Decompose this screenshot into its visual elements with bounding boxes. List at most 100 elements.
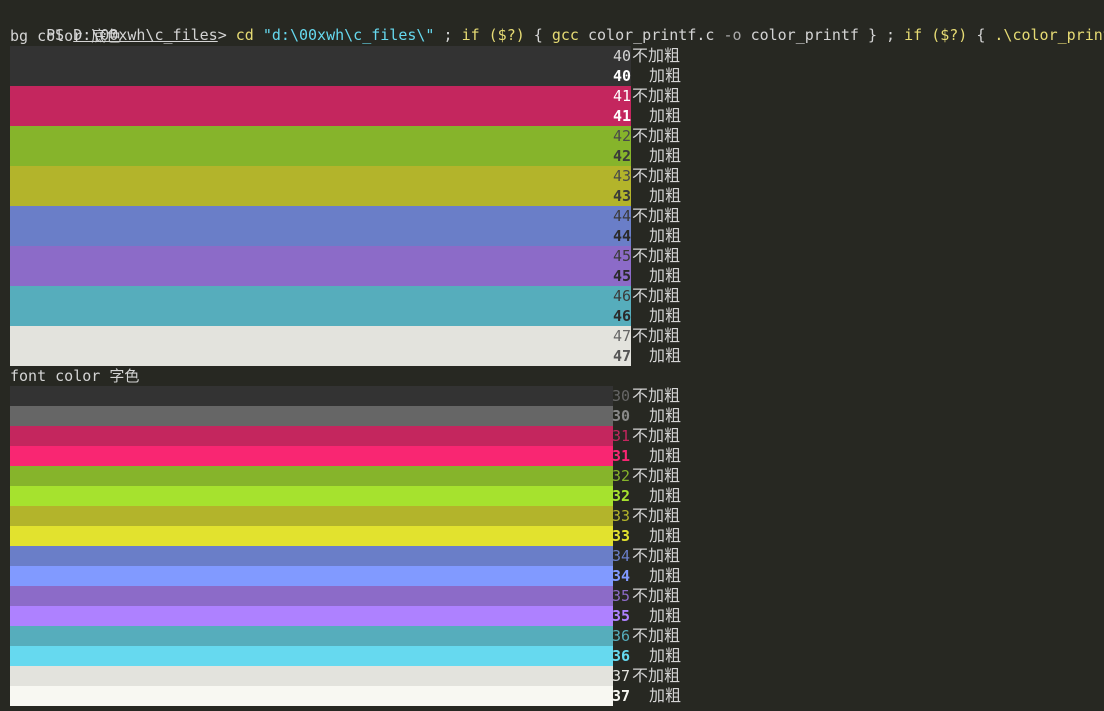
fg-code: 32: [612, 487, 631, 505]
command-line: PS D:\00xwh\c_files> cd "d:\00xwh\c_file…: [10, 5, 1104, 44]
command-token: color_printf.c: [588, 26, 724, 44]
command-token: } ;: [858, 26, 905, 44]
bg-swatch-40-bold: [10, 66, 631, 86]
command-token: "d:\00xwh\c_files\": [262, 26, 435, 44]
fg-swatch-30-bold: [10, 406, 613, 426]
bg-weight-label: 加粗: [649, 266, 682, 285]
fg-swatch-35: [10, 586, 613, 606]
bg-swatch-43: [10, 166, 631, 186]
bg-weight-label: 加粗: [649, 66, 682, 85]
fg-weight-label: 加粗: [649, 566, 682, 585]
fg-weight-label: 加粗: [649, 446, 682, 465]
bg-code: 44: [612, 207, 631, 225]
fg-code: 33: [612, 507, 631, 525]
bg-swatch-40: [10, 46, 631, 66]
bg-weight-label: 不加粗: [632, 246, 681, 265]
command-token: if: [461, 26, 489, 44]
bg-weight-label: 加粗: [649, 306, 682, 325]
fg-code: 37: [612, 687, 631, 705]
bg-code: 46: [612, 287, 631, 305]
bg-weight-label: 不加粗: [632, 326, 681, 345]
fg-code: 33: [612, 527, 631, 545]
terminal-window[interactable]: PS D:\00xwh\c_files> cd "d:\00xwh\c_file…: [0, 0, 1104, 711]
fg-code: 36: [612, 647, 631, 665]
command-token: color_printf: [750, 26, 859, 44]
bg-code: 47: [612, 347, 631, 365]
bg-swatch-46-bold: [10, 306, 631, 326]
bg-weight-label: 不加粗: [632, 46, 681, 65]
bg-code: 41: [612, 87, 631, 105]
bg-code: 42: [612, 127, 631, 145]
bg-code: 44: [612, 227, 631, 245]
fg-code: 32: [612, 467, 631, 485]
bg-swatch-41: [10, 86, 631, 106]
bg-code: 47: [612, 327, 631, 345]
command-text: cd "d:\00xwh\c_files\" ; if ($?) { gcc c…: [236, 26, 1104, 44]
command-token: if: [904, 26, 932, 44]
command-token: gcc: [551, 26, 588, 44]
command-token: ($?): [488, 26, 525, 44]
bg-swatch-46: [10, 286, 631, 306]
bg-weight-label: 加粗: [649, 106, 682, 125]
bg-weight-label: 不加粗: [632, 166, 681, 185]
fg-swatch-34-bold: [10, 566, 613, 586]
fg-swatch-37: [10, 666, 613, 686]
bg-weight-label: 不加粗: [632, 126, 681, 145]
bg-swatch-42-bold: [10, 146, 631, 166]
fg-code: 31: [612, 447, 631, 465]
bg-code: 42: [612, 147, 631, 165]
bg-code: 40: [612, 67, 631, 85]
fg-code: 35: [612, 607, 631, 625]
bg-code: 45: [612, 267, 631, 285]
fg-code: 34: [612, 567, 631, 585]
fg-code: 30: [612, 407, 631, 425]
bg-code: 41: [612, 107, 631, 125]
bg-code: 45: [612, 247, 631, 265]
prompt-end: >: [217, 26, 236, 44]
fg-weight-label: 不加粗: [632, 386, 681, 405]
command-token: {: [967, 26, 995, 44]
fg-swatch-30: [10, 386, 613, 406]
command-token: cd: [235, 26, 263, 44]
bg-swatch-44: [10, 206, 631, 226]
bg-weight-label: 不加粗: [632, 286, 681, 305]
bg-swatch-47-bold: [10, 346, 631, 366]
fg-weight-label: 加粗: [649, 606, 682, 625]
fg-swatch-31-bold: [10, 446, 613, 466]
fg-code: 36: [612, 627, 631, 645]
bg-weight-label: 加粗: [649, 346, 682, 365]
bg-weight-label: 不加粗: [632, 206, 681, 225]
command-token: ($?): [931, 26, 968, 44]
fg-swatch-34: [10, 546, 613, 566]
fg-swatch-33: [10, 506, 613, 526]
fg-weight-label: 加粗: [649, 486, 682, 505]
bg-weight-label: 不加粗: [632, 86, 681, 105]
fg-code: 30: [612, 387, 631, 405]
bg-swatch-44-bold: [10, 226, 631, 246]
bg-weight-label: 加粗: [649, 226, 682, 245]
bg-color-heading: bg color 底色: [10, 27, 122, 45]
fg-swatch-37-bold: [10, 686, 613, 706]
fg-swatch-36: [10, 626, 613, 646]
bg-swatch-41-bold: [10, 106, 631, 126]
bg-swatch-43-bold: [10, 186, 631, 206]
bg-swatch-45-bold: [10, 266, 631, 286]
command-token: {: [524, 26, 552, 44]
fg-weight-label: 加粗: [649, 406, 682, 425]
fg-swatch-32-bold: [10, 486, 613, 506]
fg-weight-label: 不加粗: [632, 586, 681, 605]
bg-swatch-47: [10, 326, 631, 346]
command-token: -o: [723, 26, 751, 44]
fg-weight-label: 加粗: [649, 686, 682, 705]
fg-weight-label: 加粗: [649, 646, 682, 665]
bg-code: 46: [612, 307, 631, 325]
command-token: .\color_printf: [994, 26, 1104, 44]
font-color-heading: font color 字色: [10, 367, 140, 385]
fg-code: 31: [612, 427, 631, 445]
fg-code: 37: [612, 667, 631, 685]
bg-code: 43: [612, 167, 631, 185]
bg-swatch-45: [10, 246, 631, 266]
bg-code: 40: [612, 47, 631, 65]
fg-weight-label: 不加粗: [632, 666, 681, 685]
fg-swatch-35-bold: [10, 606, 613, 626]
